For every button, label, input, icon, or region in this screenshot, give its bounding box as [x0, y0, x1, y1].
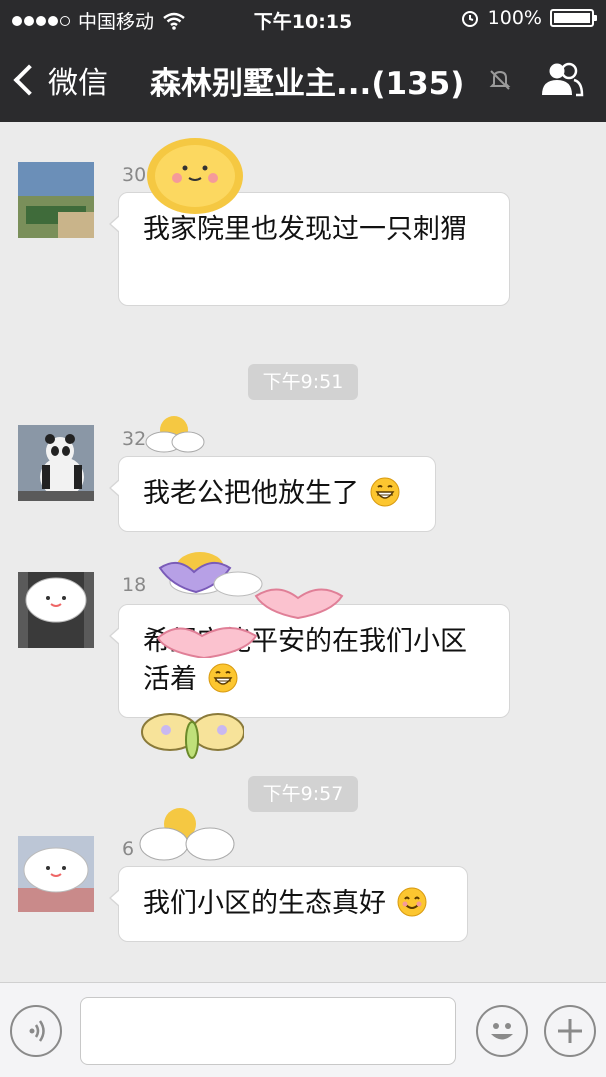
input-bar	[0, 982, 606, 1077]
sender-name: 30	[122, 164, 147, 186]
message-bubble[interactable]: 我老公把他放生了	[109, 456, 436, 532]
message-bubble[interactable]: 希望它能平安的在我们小区活着	[109, 604, 510, 718]
sender-name: 6	[122, 838, 135, 860]
chat-title: 森林别墅业主...(135)	[150, 66, 465, 102]
message-text: 我们小区的生态真好	[143, 888, 386, 919]
message-text: 我家院里也发现过一只刺猬	[143, 214, 467, 245]
status-bar: 中国移动 下午10:15 100%	[0, 0, 606, 38]
avatar[interactable]	[18, 425, 94, 501]
voice-button[interactable]	[10, 1005, 62, 1057]
back-button[interactable]: 微信	[13, 58, 108, 102]
emoji-icon	[491, 1023, 513, 1040]
avatar[interactable]	[18, 162, 94, 238]
timestamp: 下午9:57	[248, 776, 358, 812]
timestamp: 下午9:51	[248, 364, 358, 400]
status-right: 100%	[460, 7, 597, 29]
nav-bar: 微信 森林别墅业主...(135)	[0, 38, 606, 122]
battery-percent: 100%	[487, 7, 542, 29]
chevron-left-icon	[13, 64, 45, 96]
sender-name: 18	[122, 574, 147, 596]
plus-icon	[558, 1019, 582, 1043]
avatar[interactable]	[18, 572, 94, 648]
sender-name: 32	[122, 428, 147, 450]
emoji-button[interactable]	[476, 1005, 528, 1057]
more-button[interactable]	[544, 1005, 596, 1057]
message-text: 希望它能平安的在我们小区活着	[143, 626, 467, 695]
message-text: 我老公把他放生了	[143, 478, 359, 509]
grin-emoji-icon	[208, 663, 238, 693]
alarm-icon	[461, 11, 478, 27]
message-input[interactable]	[80, 997, 456, 1065]
message-bubble[interactable]: 我家院里也发现过一只刺猬	[109, 192, 510, 306]
back-label: 微信	[48, 66, 108, 101]
message-bubble[interactable]: 我们小区的生态真好	[109, 866, 468, 942]
avatar[interactable]	[18, 836, 94, 912]
grin-emoji-icon	[370, 477, 400, 507]
voice-icon	[29, 1020, 45, 1042]
smile-emoji-icon	[397, 887, 427, 917]
chat-area: 30 我家院里也发现过一只刺猬 下午9:51 32 我老公把他放生了 18 希望…	[0, 122, 606, 982]
battery-icon	[550, 9, 597, 27]
group-members-icon[interactable]	[540, 60, 584, 98]
sun-cloud-sticker	[145, 416, 205, 453]
sun-cloud-sticker	[139, 808, 235, 861]
mute-icon	[489, 70, 511, 90]
